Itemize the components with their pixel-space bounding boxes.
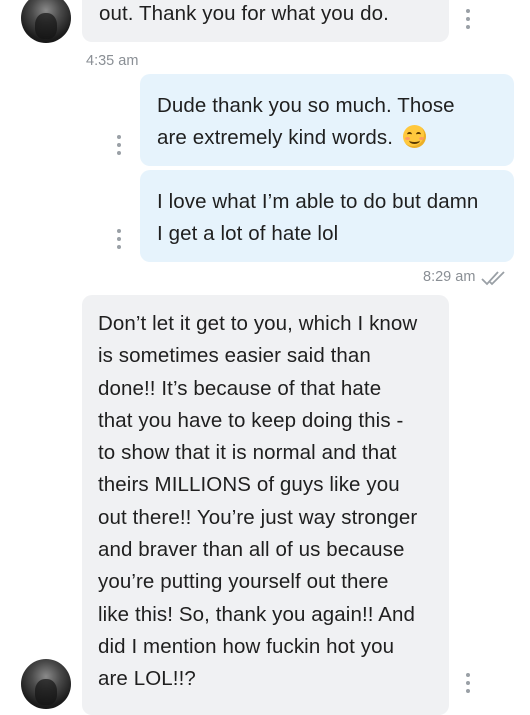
- avatar[interactable]: [21, 0, 71, 43]
- message-text: to show that it is normal and that: [98, 441, 397, 465]
- message-text: like this! So, thank you again!! And: [98, 602, 415, 626]
- message-text: Dude thank you so much. Those: [157, 94, 455, 117]
- more-vert-icon[interactable]: [466, 9, 470, 29]
- smiling-face-icon: [402, 125, 426, 149]
- message-text: done!! It’s because of that hate: [98, 376, 382, 400]
- message-bubble-outgoing[interactable]: Dude thank you so much. Those are extrem…: [140, 74, 514, 166]
- message-text: did I mention how fuckin hot you: [98, 634, 395, 658]
- message-text: out there!! You’re just way stronger: [98, 505, 418, 529]
- more-vert-icon[interactable]: [117, 229, 121, 249]
- message-text: out. Thank you for what you do.: [99, 2, 389, 25]
- message-timestamp: 4:35 am: [86, 53, 139, 69]
- more-vert-icon[interactable]: [117, 135, 121, 155]
- message-text: Don’t let it get to you, which I know: [98, 312, 418, 335]
- message-text: you’re putting yourself out there: [98, 570, 389, 594]
- message-text: that you have to keep doing this -: [98, 408, 404, 432]
- message-text-line: are extremely kind words.: [157, 122, 514, 154]
- message-text: I love what I’m able to do but damn: [157, 190, 479, 213]
- message-text: are LOL!!?: [98, 667, 196, 691]
- message-bubble-outgoing[interactable]: I love what I’m able to do but damn I ge…: [140, 170, 514, 262]
- avatar[interactable]: [21, 659, 71, 709]
- message-bubble-incoming[interactable]: Don’t let it get to you, which I know is…: [82, 295, 449, 715]
- message-text: and braver than all of us because: [98, 538, 405, 562]
- double-check-icon: [481, 271, 505, 286]
- message-text: theirs MILLIONS of guys like you: [98, 473, 400, 497]
- message-text: is sometimes easier said than: [98, 344, 371, 368]
- more-vert-icon[interactable]: [466, 673, 470, 693]
- message-timestamp: 8:29 am: [423, 269, 476, 285]
- message-bubble-incoming[interactable]: out. Thank you for what you do.: [82, 0, 449, 42]
- message-text: I get a lot of hate lol: [157, 222, 339, 246]
